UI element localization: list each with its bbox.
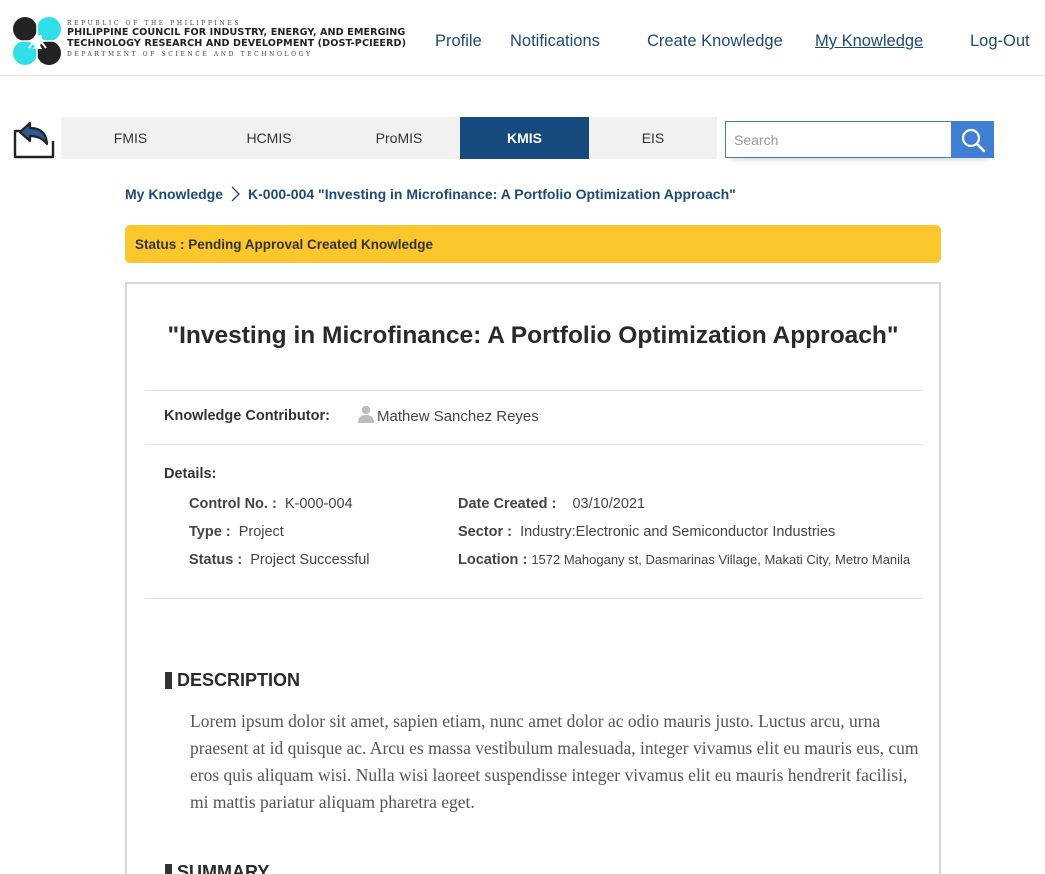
details-label: Details: <box>164 466 217 482</box>
description-heading-text: DESCRIPTION <box>177 670 301 690</box>
organization-name: REPUBLIC OF THE PHILIPPINES PHILIPPINE C… <box>67 19 407 59</box>
knowledge-card: "Investing in Microfinance: A Portfolio … <box>125 282 941 874</box>
heading-bar <box>165 672 172 689</box>
status-value: Project Successful <box>250 552 370 568</box>
tab-fmis[interactable]: FMIS <box>61 117 200 159</box>
date-created-field: Date Created : 03/10/2021 <box>458 496 645 512</box>
user-icon <box>358 405 374 423</box>
description-heading: DESCRIPTION <box>165 670 300 691</box>
location-label: Location : <box>458 552 528 568</box>
date-created-label: Date Created : <box>458 496 557 512</box>
nav-my-knowledge-link[interactable]: My Knowledge <box>815 32 923 51</box>
heading-bar <box>165 864 172 874</box>
description-text: Lorem ipsum dolor sit amet, sapien etiam… <box>190 711 919 812</box>
date-created-value: 03/10/2021 <box>572 496 646 512</box>
type-value: Project <box>238 524 284 540</box>
chevron-right-icon <box>230 186 240 202</box>
type-field: Type : Project <box>189 524 284 540</box>
divider <box>145 444 923 445</box>
contributor-name: Mathew Sanchez Reyes <box>377 408 539 425</box>
nav-logout-link[interactable]: Log-Out <box>970 32 1030 51</box>
module-tabs: FMIS HCMIS ProMIS KMIS EIS <box>61 117 717 159</box>
sector-label: Sector : <box>458 524 512 540</box>
control-no-label: Control No. : <box>189 496 277 512</box>
search-box <box>725 121 994 158</box>
control-no-value: K-000-004 <box>284 496 353 512</box>
nav-create-knowledge-link[interactable]: Create Knowledge <box>647 32 783 51</box>
summary-heading: SUMMARY <box>165 862 269 874</box>
knowledge-title: "Investing in Microfinance: A Portfolio … <box>167 322 899 349</box>
status-label: Status : <box>189 552 243 568</box>
location-value: 1572 Mahogany st, Dasmarinas Village, Ma… <box>531 552 911 567</box>
type-label: Type : <box>189 524 231 540</box>
sector-field: Sector : Industry:Electronic and Semicon… <box>458 524 835 540</box>
pcieerd-logo-icon <box>13 17 61 65</box>
breadcrumb: My Knowledge K-000-004 "Investing in Mic… <box>125 186 736 202</box>
search-input[interactable] <box>725 121 951 158</box>
sector-value: Industry:Electronic and Semiconductor In… <box>520 524 836 540</box>
breadcrumb-current: K-000-004 "Investing in Microfinance: A … <box>248 186 736 202</box>
top-header: REPUBLIC OF THE PHILIPPINES PHILIPPINE C… <box>0 0 1045 76</box>
nav-notifications-link[interactable]: Notifications <box>510 32 600 51</box>
org-name-line1: PHILIPPINE COUNCIL FOR INDUSTRY, ENERGY,… <box>67 27 406 38</box>
nav-profile-link[interactable]: Profile <box>435 32 482 51</box>
org-name-line2: TECHNOLOGY RESEARCH AND DEVELOPMENT (DOS… <box>67 37 407 49</box>
tab-eis[interactable]: EIS <box>589 117 717 159</box>
divider <box>145 598 923 599</box>
status-field: Status : Project Successful <box>189 552 370 568</box>
back-arrow-icon[interactable] <box>13 117 55 159</box>
org-department: DEPARTMENT OF SCIENCE AND TECHNOLOGY <box>67 51 313 58</box>
tab-kmis[interactable]: KMIS <box>460 117 589 159</box>
search-icon <box>961 128 985 152</box>
control-no-field: Control No. : K-000-004 <box>189 496 353 512</box>
search-button[interactable] <box>951 121 994 158</box>
divider <box>145 390 923 391</box>
status-banner: Status : Pending Approval Created Knowle… <box>125 225 941 263</box>
breadcrumb-root-link[interactable]: My Knowledge <box>125 186 223 202</box>
summary-heading-text: SUMMARY <box>177 862 270 874</box>
contributor-label: Knowledge Contributor: <box>164 408 330 424</box>
tab-hcmis[interactable]: HCMIS <box>200 117 338 159</box>
location-field: Location : 1572 Mahogany st, Dasmarinas … <box>458 552 910 568</box>
tab-promis[interactable]: ProMIS <box>338 117 460 159</box>
